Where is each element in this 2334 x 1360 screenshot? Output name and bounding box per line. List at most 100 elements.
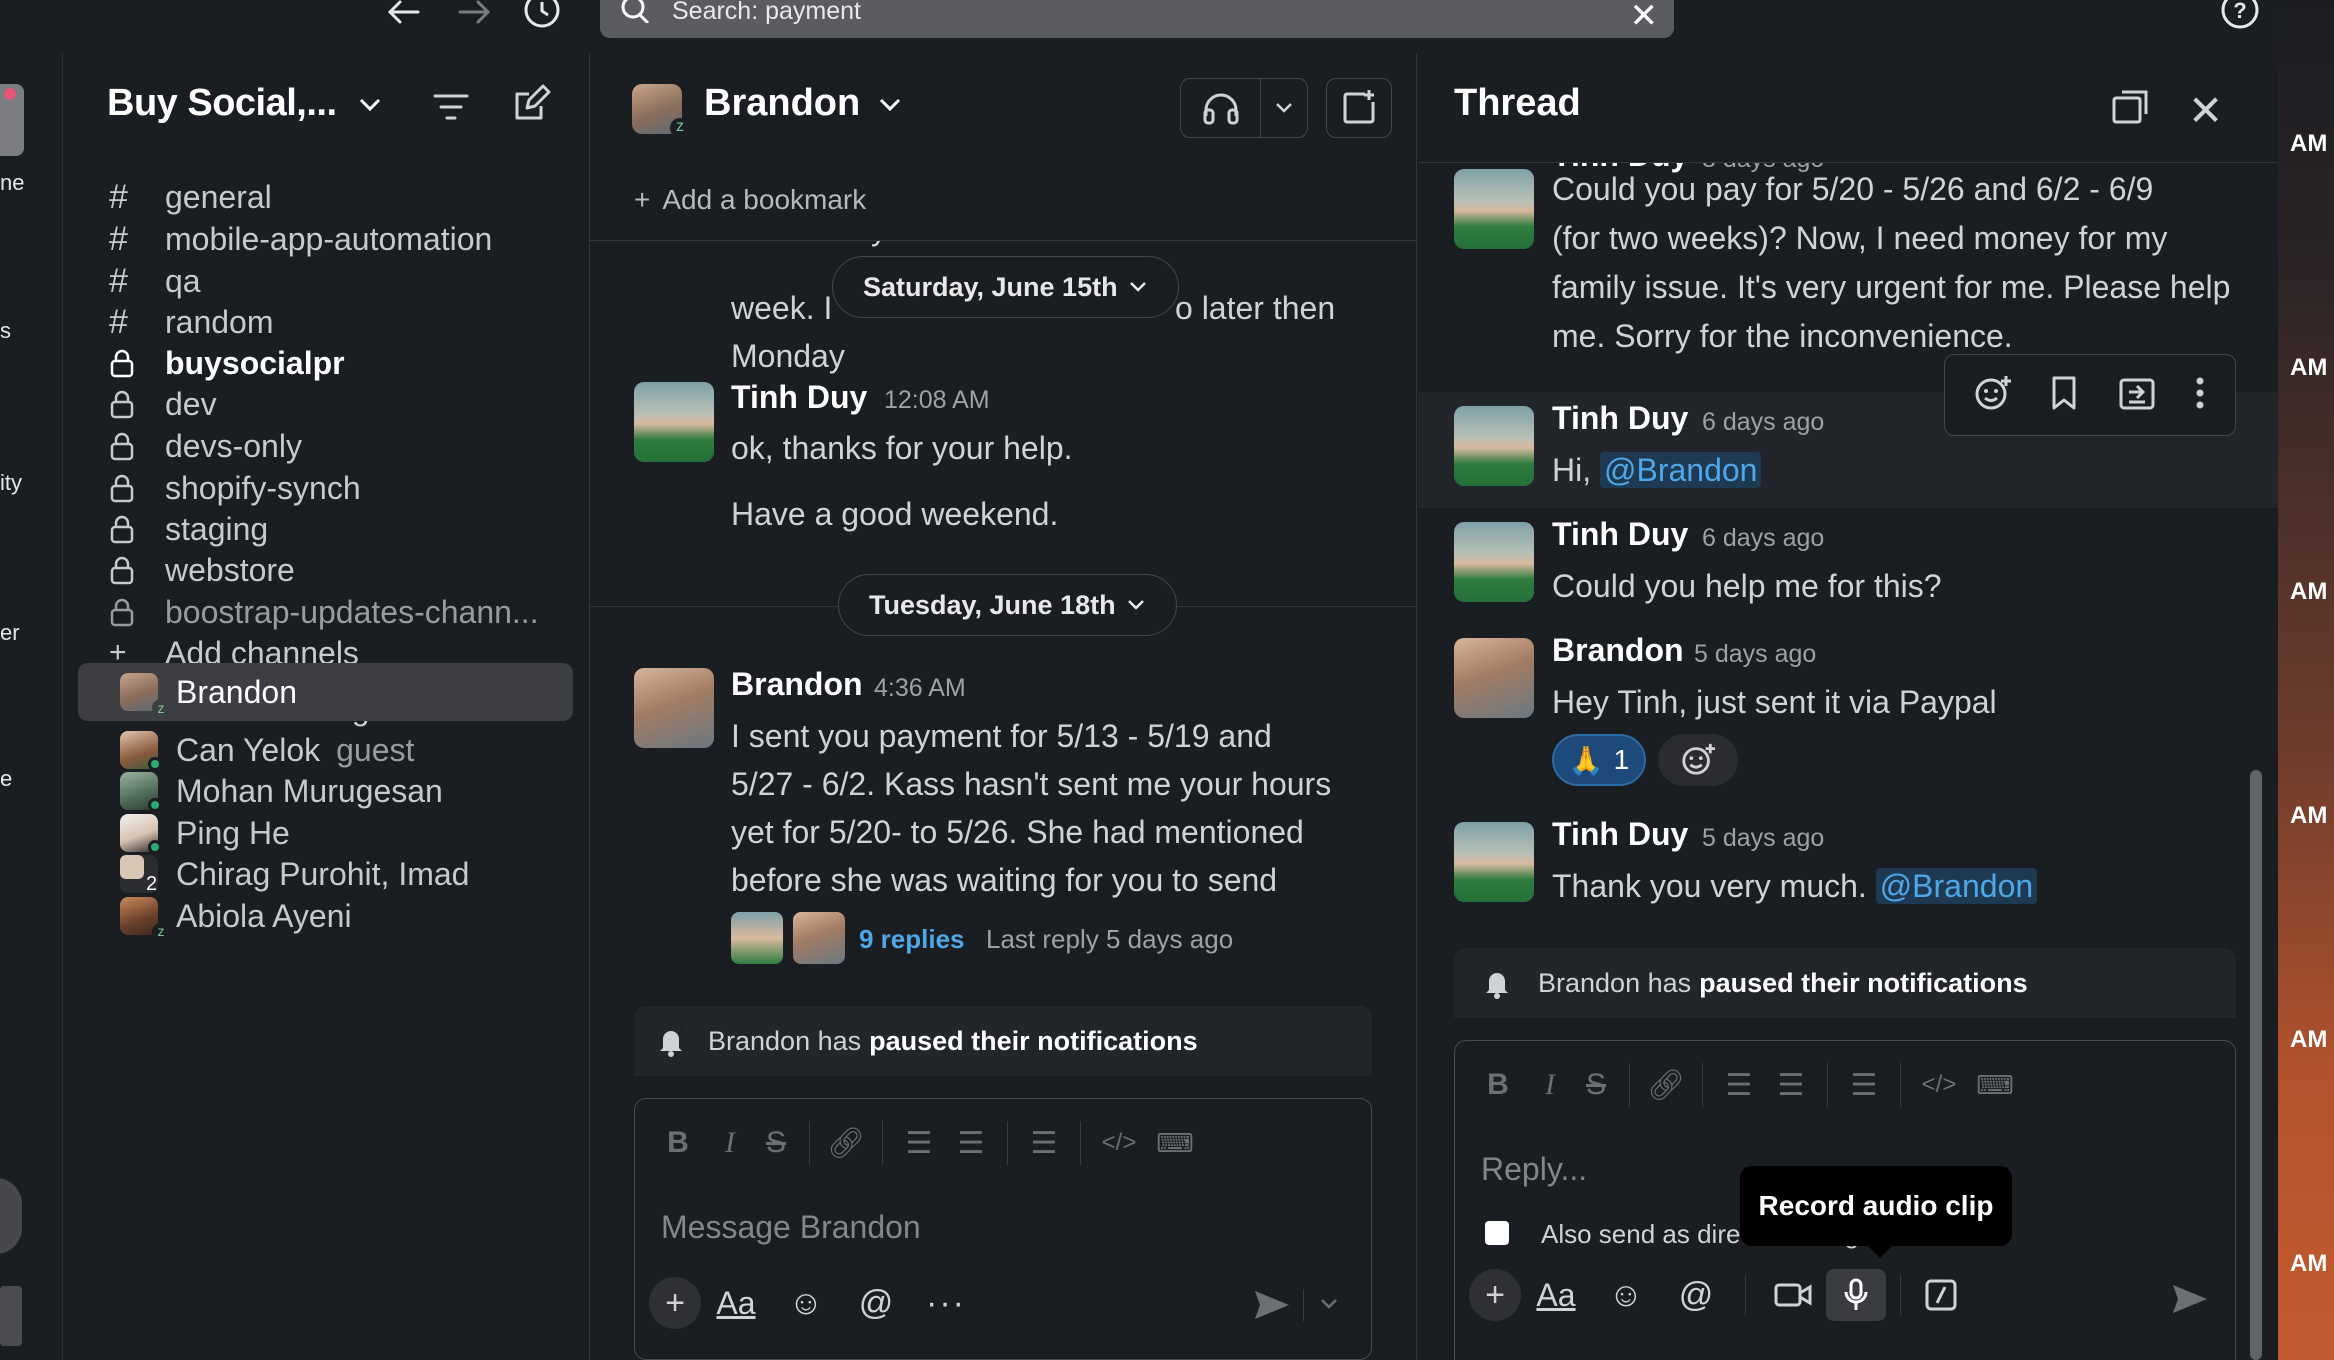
- mention-icon[interactable]: @: [841, 1284, 911, 1323]
- send-options-chevron-icon[interactable]: [1319, 1297, 1339, 1316]
- dm-label: Brandon: [176, 673, 297, 710]
- attach-plus-icon[interactable]: +: [649, 1277, 701, 1329]
- message-author[interactable]: Brandon: [1552, 632, 1684, 669]
- search-bar[interactable]: Search: payment ✕: [600, 0, 1674, 38]
- emoji-icon[interactable]: ☺: [771, 1284, 841, 1323]
- avatar[interactable]: [1454, 169, 1534, 249]
- send-icon[interactable]: [1253, 1289, 1291, 1326]
- message-author[interactable]: Tinh Duy: [1552, 816, 1688, 853]
- message-author[interactable]: Tinh Duy: [1552, 516, 1688, 553]
- avatar[interactable]: [1454, 522, 1534, 602]
- forward-arrow-icon[interactable]: [454, 0, 494, 24]
- more-actions-icon[interactable]: [2194, 374, 2206, 417]
- attach-plus-icon[interactable]: +: [1469, 1269, 1521, 1321]
- chevron-down-icon: [879, 98, 900, 112]
- ordered-list-icon[interactable]: ☰: [1713, 1068, 1765, 1103]
- open-in-window-icon[interactable]: [2110, 88, 2150, 133]
- code-block-icon[interactable]: ⌨: [1967, 1070, 2023, 1101]
- message-author[interactable]: Tinh Duy: [1552, 400, 1688, 437]
- replier-avatar: [793, 912, 845, 964]
- time-label: AM: [2290, 1026, 2328, 1053]
- avatar[interactable]: [1454, 822, 1534, 902]
- bell-snooze-icon: z: [660, 1026, 683, 1057]
- video-clip-icon[interactable]: [1760, 1281, 1826, 1309]
- link-icon[interactable]: 🔗︎: [1640, 1068, 1692, 1103]
- message-text: yet for 5/20- to 5/26. She had mentioned: [731, 814, 1304, 850]
- replier-avatar: [731, 912, 783, 964]
- send-icon[interactable]: [2171, 1283, 2209, 1320]
- also-send-checkbox[interactable]: [1485, 1221, 1509, 1245]
- bell-snooze-icon: [1486, 973, 1508, 999]
- history-clock-icon[interactable]: [522, 0, 562, 30]
- thread-scrollbar[interactable]: [2250, 770, 2262, 1360]
- message-time[interactable]: 5 days ago: [1702, 824, 1824, 853]
- rail-label: ity: [0, 470, 22, 495]
- close-thread-icon[interactable]: ✕: [2188, 86, 2223, 135]
- reply-input[interactable]: Reply...: [1481, 1151, 1587, 1188]
- dm-item-abiola-ayeni[interactable]: z Abiola Ayeni: [78, 887, 572, 945]
- chevron-down-icon[interactable]: [1261, 101, 1307, 115]
- date-divider[interactable]: Tuesday, June 18th: [838, 574, 1177, 636]
- message-time[interactable]: 6 days ago: [1702, 524, 1824, 553]
- conversation-title[interactable]: Brandon: [704, 82, 903, 125]
- top-bar: Search: payment ✕ ?: [0, 0, 2334, 54]
- date-label: Saturday, June 15th: [863, 271, 1118, 302]
- back-arrow-icon[interactable]: [384, 0, 424, 24]
- message-author[interactable]: Brandon: [731, 666, 863, 703]
- message-time[interactable]: 5 days ago: [1694, 640, 1816, 669]
- add-bookmark-button[interactable]: + Add a bookmark: [634, 184, 866, 216]
- separator: [1629, 1063, 1630, 1107]
- avatar[interactable]: [634, 382, 714, 462]
- code-icon[interactable]: </>: [1091, 1129, 1147, 1157]
- strikethrough-icon[interactable]: S: [753, 1126, 799, 1160]
- bulleted-list-icon[interactable]: ☰: [945, 1126, 997, 1161]
- avatar[interactable]: [1454, 406, 1534, 486]
- microphone-icon[interactable]: [1826, 1269, 1886, 1321]
- dm-item-brandon[interactable]: z Brandon: [78, 663, 572, 721]
- message-time[interactable]: 6 days ago: [1702, 408, 1824, 437]
- bold-icon[interactable]: B: [1469, 1068, 1527, 1102]
- code-block-icon[interactable]: ⌨: [1147, 1128, 1203, 1159]
- code-icon[interactable]: </>: [1911, 1071, 1967, 1099]
- emoji-icon[interactable]: ☺: [1591, 1276, 1661, 1315]
- bookmark-icon[interactable]: [2049, 374, 2079, 417]
- formatting-toggle-icon[interactable]: Aa: [701, 1285, 771, 1322]
- blockquote-icon[interactable]: ☰: [1838, 1068, 1890, 1103]
- message-time[interactable]: 12:08 AM: [884, 386, 990, 415]
- clear-search-icon[interactable]: ✕: [1630, 0, 1659, 36]
- bulleted-list-icon[interactable]: ☰: [1765, 1068, 1817, 1103]
- ordered-list-icon[interactable]: ☰: [893, 1126, 945, 1161]
- mention-icon[interactable]: @: [1661, 1276, 1731, 1315]
- message-text: ok, thanks for your help.: [731, 430, 1073, 466]
- formatting-toggle-icon[interactable]: Aa: [1521, 1277, 1591, 1314]
- canvas-icon[interactable]: [1326, 78, 1392, 138]
- blockquote-icon[interactable]: ☰: [1018, 1126, 1070, 1161]
- help-icon[interactable]: ?: [2220, 0, 2260, 30]
- link-icon[interactable]: 🔗︎: [820, 1126, 872, 1161]
- user-mention[interactable]: @Brandon: [1600, 452, 1762, 488]
- strikethrough-icon[interactable]: S: [1573, 1068, 1619, 1102]
- add-reaction-button[interactable]: [1658, 734, 1738, 786]
- message-input[interactable]: Message Brandon: [661, 1209, 921, 1246]
- conversation-title-label: Brandon: [704, 82, 861, 124]
- slash-command-icon[interactable]: [1915, 1279, 1967, 1311]
- italic-icon[interactable]: I: [1527, 1068, 1573, 1102]
- rail-add-button[interactable]: [0, 1178, 22, 1254]
- message-time[interactable]: 4:36 AM: [874, 674, 966, 703]
- reaction-pill[interactable]: 🙏 1: [1552, 734, 1646, 786]
- rail-label: s: [0, 318, 11, 343]
- date-divider[interactable]: Saturday, June 15th: [832, 256, 1179, 318]
- user-mention[interactable]: @Brandon: [1875, 868, 2038, 904]
- add-reaction-icon[interactable]: [1974, 374, 2012, 417]
- bold-icon[interactable]: B: [649, 1126, 707, 1160]
- message-author[interactable]: Tinh Duy: [731, 379, 867, 416]
- avatar[interactable]: [634, 668, 714, 748]
- forward-to-channel-icon[interactable]: [2117, 374, 2157, 417]
- user-avatar[interactable]: [0, 1286, 22, 1346]
- italic-icon[interactable]: I: [707, 1126, 753, 1160]
- more-icon[interactable]: ···: [911, 1284, 981, 1323]
- thread-replies-link[interactable]: 9 replies: [859, 924, 965, 955]
- message-text-body: Thank you very much.: [1552, 868, 1867, 904]
- avatar[interactable]: [1454, 638, 1534, 718]
- headphones-icon[interactable]: [1181, 79, 1261, 137]
